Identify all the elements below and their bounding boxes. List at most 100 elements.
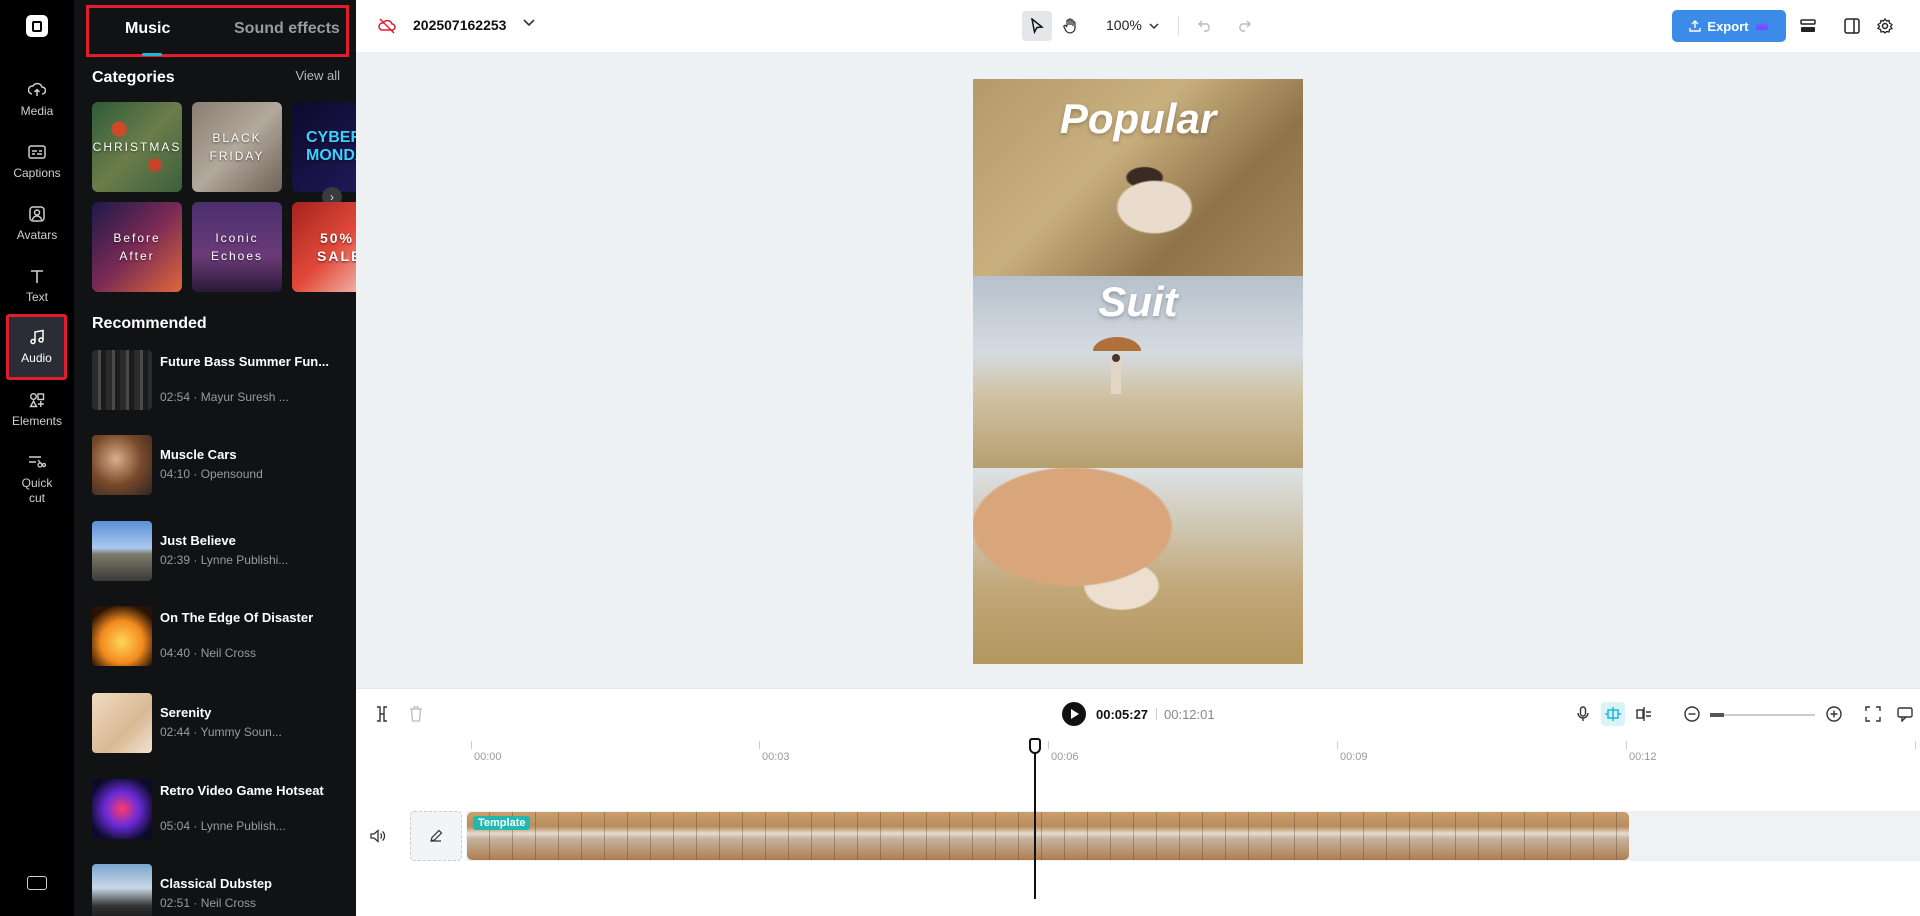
cursor-icon [1031,18,1044,34]
track-meta: 02:44 · Yummy Soun... [160,725,282,739]
timeline-zoom-handle[interactable] [1710,713,1724,717]
microphone-icon [1577,706,1589,721]
delete-button[interactable] [404,702,428,726]
play-button[interactable] [1062,702,1086,726]
rail-item-captions[interactable]: Captions [0,142,74,181]
rail-item-label: Quick cut [21,476,53,505]
category-black-friday[interactable]: BLACK FRIDAY [192,102,282,192]
category-sale[interactable]: 50% SALE [292,202,356,292]
ruler-label: 00:12 [1629,751,1657,763]
rail-item-audio[interactable]: Audio [6,314,67,380]
zoom-in-button[interactable] [1822,702,1846,726]
category-before-after[interactable]: Before After [92,202,182,292]
rail-item-avatars[interactable]: Avatars [0,204,74,243]
ruler-tick [1048,741,1049,749]
edit-track-button[interactable] [410,811,462,861]
category-label: Iconic Echoes [210,231,264,263]
track-item[interactable]: Just Believe 02:39 · Lynne Publishi... [92,521,342,581]
tab-music[interactable]: Music [125,20,170,38]
time-divider [1156,708,1157,720]
rail-item-label: Captions [13,166,61,180]
preview-frame: Popular [973,79,1303,276]
rail-item-text[interactable]: Text [0,266,74,305]
ruler-label: 00:09 [1340,751,1368,763]
track-item[interactable]: Retro Video Game Hotseat 05:04 · Lynne P… [92,779,342,839]
track-item[interactable]: Classical Dubstep 02:51 · Neil Cross [92,864,342,916]
view-all-link[interactable]: View all [295,68,340,83]
layers-button[interactable] [1793,11,1823,41]
captions-icon [27,142,47,162]
speaker-icon [370,829,386,843]
split-button[interactable] [370,702,394,726]
cloud-upload-icon [27,80,47,100]
track-item[interactable]: Future Bass Summer Fun... 02:54 · Mayur … [92,350,342,410]
track-name: Just Believe [160,533,236,548]
track-name: Classical Dubstep [160,876,272,891]
plus-circle-icon [1826,706,1842,722]
cloud-off-icon[interactable] [378,17,396,35]
fit-timeline-button[interactable] [1861,702,1885,726]
split-panel-icon [1844,18,1860,34]
template-badge: Template [473,816,531,830]
play-icon [1071,709,1079,719]
category-cyber-monday[interactable]: CYBER MONDAY [292,102,356,192]
track-name: Serenity [160,705,212,720]
track-item[interactable]: Muscle Cars 04:10 · Opensound [92,435,342,495]
link-tracks-button[interactable] [1632,702,1656,726]
track-meta: 04:10 · Opensound [160,467,263,481]
track-item[interactable]: On The Edge Of Disaster 04:40 · Neil Cro… [92,606,342,666]
record-voice-button[interactable] [1571,702,1595,726]
pencil-icon [430,829,443,842]
hand-tool-button[interactable] [1055,11,1085,41]
select-tool-button[interactable] [1022,11,1052,41]
rail-item-elements[interactable]: Elements [0,390,74,429]
zoom-out-button[interactable] [1680,702,1704,726]
ruler-tick [1915,741,1916,749]
category-label: Before After [113,231,161,263]
undo-icon [1198,20,1210,32]
track-name: Future Bass Summer Fun... [160,354,330,369]
preview-frame [973,468,1303,664]
feedback-button[interactable] [1893,702,1917,726]
chevron-down-icon[interactable] [523,18,535,30]
rail-item-label: Text [25,290,48,304]
track-thumbnail [92,350,152,410]
link-split-icon [1636,707,1651,721]
template-clip[interactable]: Template [467,812,1629,860]
rail-item-label: Audio [21,351,52,365]
playhead-handle[interactable] [1029,738,1041,754]
video-preview[interactable]: Popular Suit [973,79,1303,664]
rail-item-media[interactable]: Media [0,80,74,119]
category-iconic-echoes[interactable]: Iconic Echoes [192,202,282,292]
toolbar-divider [1178,17,1179,35]
crown-icon [1755,22,1768,30]
redo-button[interactable] [1229,11,1259,41]
keyboard-shortcuts-icon[interactable] [27,876,47,890]
export-button[interactable]: Export [1672,10,1786,42]
playhead[interactable] [1034,739,1036,899]
track-meta: 04:40 · Neil Cross [160,646,257,660]
auto-snap-button[interactable] [1601,702,1625,726]
panel-tabs: Music Sound effects [86,5,349,57]
ruler-label: 00:00 [474,751,502,763]
app-logo-icon[interactable] [26,15,48,37]
timeline-zoom-slider[interactable] [1715,714,1815,716]
track-volume-button[interactable] [370,829,390,849]
track-thumbnail [92,606,152,666]
upload-icon [1689,20,1702,32]
track-item[interactable]: Serenity 02:44 · Yummy Soun... [92,693,342,753]
tab-sound-effects[interactable]: Sound effects [234,20,340,38]
track-thumbnail [92,521,152,581]
rail-item-quick-cut[interactable]: Quick cut [0,452,74,506]
zoom-dropdown[interactable]: 100% [1106,17,1159,33]
project-name[interactable]: 202507162253 [413,17,506,33]
settings-button[interactable] [1870,11,1900,41]
active-tab-indicator [142,53,162,56]
undo-button[interactable] [1190,11,1220,41]
track-name: On The Edge Of Disaster [160,610,314,625]
panel-layout-button[interactable] [1837,11,1867,41]
export-label: Export [1707,18,1749,34]
timeline-ruler[interactable]: 00:00 00:03 00:06 00:09 00:12 [466,741,1920,771]
canvas-area: Popular Suit [356,52,1920,688]
category-christmas[interactable]: CHRISTMAS [92,102,182,192]
